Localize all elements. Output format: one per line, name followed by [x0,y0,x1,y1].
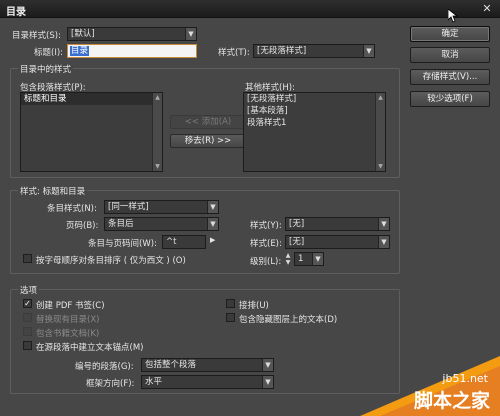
window-title: 目录 [6,7,26,18]
numbered-paragraphs-dropdown[interactable]: 包括整个段落 ▼ [141,358,274,372]
chevron-down-icon: ▼ [312,253,323,265]
scrollbar[interactable]: ▲ ▼ [375,93,385,171]
page-number-style-value: [无] [289,219,305,229]
other-styles-list[interactable]: [无段落样式] [基本段落] 段落样式1 ▲ ▼ [243,92,386,172]
chevron-down-icon: ▼ [378,218,389,230]
level-dropdown[interactable]: 1 ▼ [294,252,324,266]
toc-style-label: 目录样式(S): [12,31,61,41]
title-bar: 目录 ✕ [0,0,500,18]
run-in-label: 接排(U) [239,301,269,311]
remove-button[interactable]: 移去(R) >> [170,134,246,148]
title-label: 标题(I): [34,48,64,58]
numbered-paragraphs-label: 编号的段落(G): [75,362,134,372]
separator-input[interactable]: ^t [162,235,206,249]
scrollbar[interactable]: ▲ ▼ [152,93,162,171]
options-legend: 选项 [18,284,40,296]
chevron-down-icon: ▼ [378,236,389,248]
sort-label: 按字母顺序对条目排序 ( 仅为西文 ) (O) [36,256,186,266]
entry-style-legend: 样式: 标题和目录 [18,185,88,197]
entry-style-dropdown[interactable]: [同一样式] ▼ [104,200,219,214]
arrow-right-icon[interactable]: ▶ [210,236,215,244]
list-item[interactable]: [无段落样式] [244,93,385,105]
create-pdf-checkbox[interactable]: ✓ [23,299,32,308]
chevron-down-icon: ▼ [262,359,273,371]
include-styles-list[interactable]: 标题和目录 ▲ ▼ [20,92,163,172]
title-style-label: 样式(T): [218,48,250,58]
toc-style-dropdown[interactable]: [默认] ▼ [67,27,197,41]
separator-style-label: 样式(E): [250,239,282,249]
title-style-dropdown[interactable]: [无段落样式] ▼ [253,44,375,58]
scroll-up-icon[interactable]: ▲ [153,93,162,102]
page-number-label: 页码(B): [66,221,99,231]
scroll-down-icon[interactable]: ▼ [376,162,385,171]
ok-button[interactable]: 确定 [410,26,490,42]
chevron-down-icon: ▼ [363,45,374,57]
level-label: 级别(L): [250,257,282,267]
title-input-value: 目录 [70,46,90,56]
list-item[interactable]: [基本段落] [244,105,385,117]
page-number-value: 条目后 [108,219,134,229]
page-number-style-dropdown[interactable]: [无] ▼ [285,217,390,231]
page-number-style-label: 样式(Y): [250,221,282,231]
replace-toc-checkbox[interactable] [23,313,32,322]
scroll-up-icon[interactable]: ▲ [376,93,385,102]
entry-style-label: 条目样式(N): [47,204,97,214]
fewer-options-button[interactable]: 较少选项(F) [410,91,490,107]
add-button[interactable]: << 添加(A) [170,115,246,129]
chevron-down-icon: ▼ [185,28,196,40]
include-book-label: 包含书籍文档(K) [36,329,100,339]
styles-in-toc-legend: 目录中的样式 [18,63,74,75]
title-input[interactable]: 目录 [67,44,197,58]
replace-toc-label: 替换现有目录(X) [36,315,100,325]
frame-direction-dropdown[interactable]: 水平 ▼ [141,375,274,389]
chevron-down-icon: ▼ [207,201,218,213]
watermark-brand: 脚本之家 [413,390,490,412]
numbered-paragraphs-value: 包括整个段落 [145,360,197,370]
toc-style-value: [默认] [71,29,95,39]
scroll-down-icon[interactable]: ▼ [153,162,162,171]
close-icon[interactable]: ✕ [480,2,494,16]
separator-style-value: [无] [289,237,305,247]
list-item[interactable]: 标题和目录 [21,93,162,105]
frame-direction-value: 水平 [145,377,163,387]
cancel-button[interactable]: 取消 [410,47,490,63]
run-in-checkbox[interactable] [226,299,235,308]
separator-style-dropdown[interactable]: [无] ▼ [285,235,390,249]
anchor-source-label: 在源段落中建立文本锚点(M) [36,343,144,353]
create-pdf-label: 创建 PDF 书签(C) [36,301,105,311]
include-book-checkbox[interactable] [23,327,32,336]
sort-checkbox[interactable] [23,254,32,263]
hidden-layers-label: 包含隐藏图层上的文本(D) [239,315,338,325]
level-stepper-icon[interactable]: ▲ ▼ [284,252,292,266]
page-number-dropdown[interactable]: 条目后 ▼ [104,217,219,231]
list-item[interactable]: 段落样式1 [244,117,385,129]
level-value: 1 [298,254,304,264]
chevron-down-icon: ▼ [207,218,218,230]
hidden-layers-checkbox[interactable] [226,313,235,322]
watermark-site: jb51.net [442,372,488,385]
separator-label: 条目与页码间(W): [88,239,157,249]
title-style-value: [无段落样式] [257,46,307,56]
save-style-button[interactable]: 存储样式(V)... [410,69,490,85]
chevron-down-icon: ▼ [262,376,273,388]
anchor-source-checkbox[interactable] [23,341,32,350]
frame-direction-label: 框架方向(F): [86,379,135,389]
mouse-cursor-icon [448,9,458,23]
entry-style-value: [同一样式] [108,202,149,212]
